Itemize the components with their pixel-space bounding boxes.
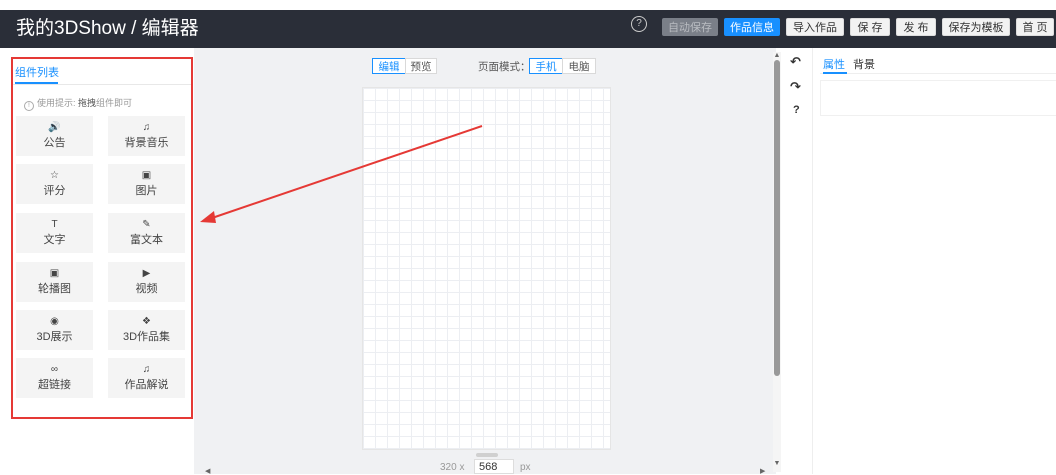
highlight-box [11,57,193,419]
redo-icon[interactable]: ↷ [790,79,801,95]
work-info-button[interactable]: 作品信息 [724,18,780,36]
scroll-down-icon[interactable]: ▼ [773,460,781,467]
tab-properties[interactable]: 属性 [823,56,845,72]
edit-mode-button[interactable]: 编辑 [372,58,406,74]
phone-canvas[interactable] [362,87,611,450]
mobile-mode-button[interactable]: 手机 [529,58,563,74]
app-title: 我的3DShow / 编辑器 [16,18,199,39]
right-tab-divider [820,73,1056,74]
tab-background[interactable]: 背景 [853,56,875,72]
question-circle-icon[interactable]: ? [631,16,647,32]
save-button[interactable]: 保 存 [850,18,890,36]
publish-button[interactable]: 发 布 [896,18,936,36]
canvas-width: 320 x [440,462,465,473]
save-as-template-button[interactable]: 保存为模板 [942,18,1010,36]
scroll-up-icon[interactable]: ▲ [773,52,781,59]
canvas-resize-handle[interactable] [476,453,498,457]
undo-icon[interactable]: ↶ [790,54,801,70]
desktop-mode-button[interactable]: 电脑 [562,58,596,74]
help-icon[interactable]: ? [793,104,800,116]
preview-mode-button[interactable]: 预览 [405,58,437,74]
canvas-unit: px [520,462,531,473]
auto-save-button[interactable]: 自动保存 [662,18,718,36]
page-mode-label: 页面模式： [478,61,531,73]
canvas-height-input[interactable]: 568 [474,459,514,474]
home-button[interactable]: 首 页 [1016,18,1054,36]
right-tab-underline [823,72,847,74]
import-work-button[interactable]: 导入作品 [786,18,844,36]
properties-content [820,80,1056,116]
scrollbar-thumb[interactable] [774,60,780,376]
